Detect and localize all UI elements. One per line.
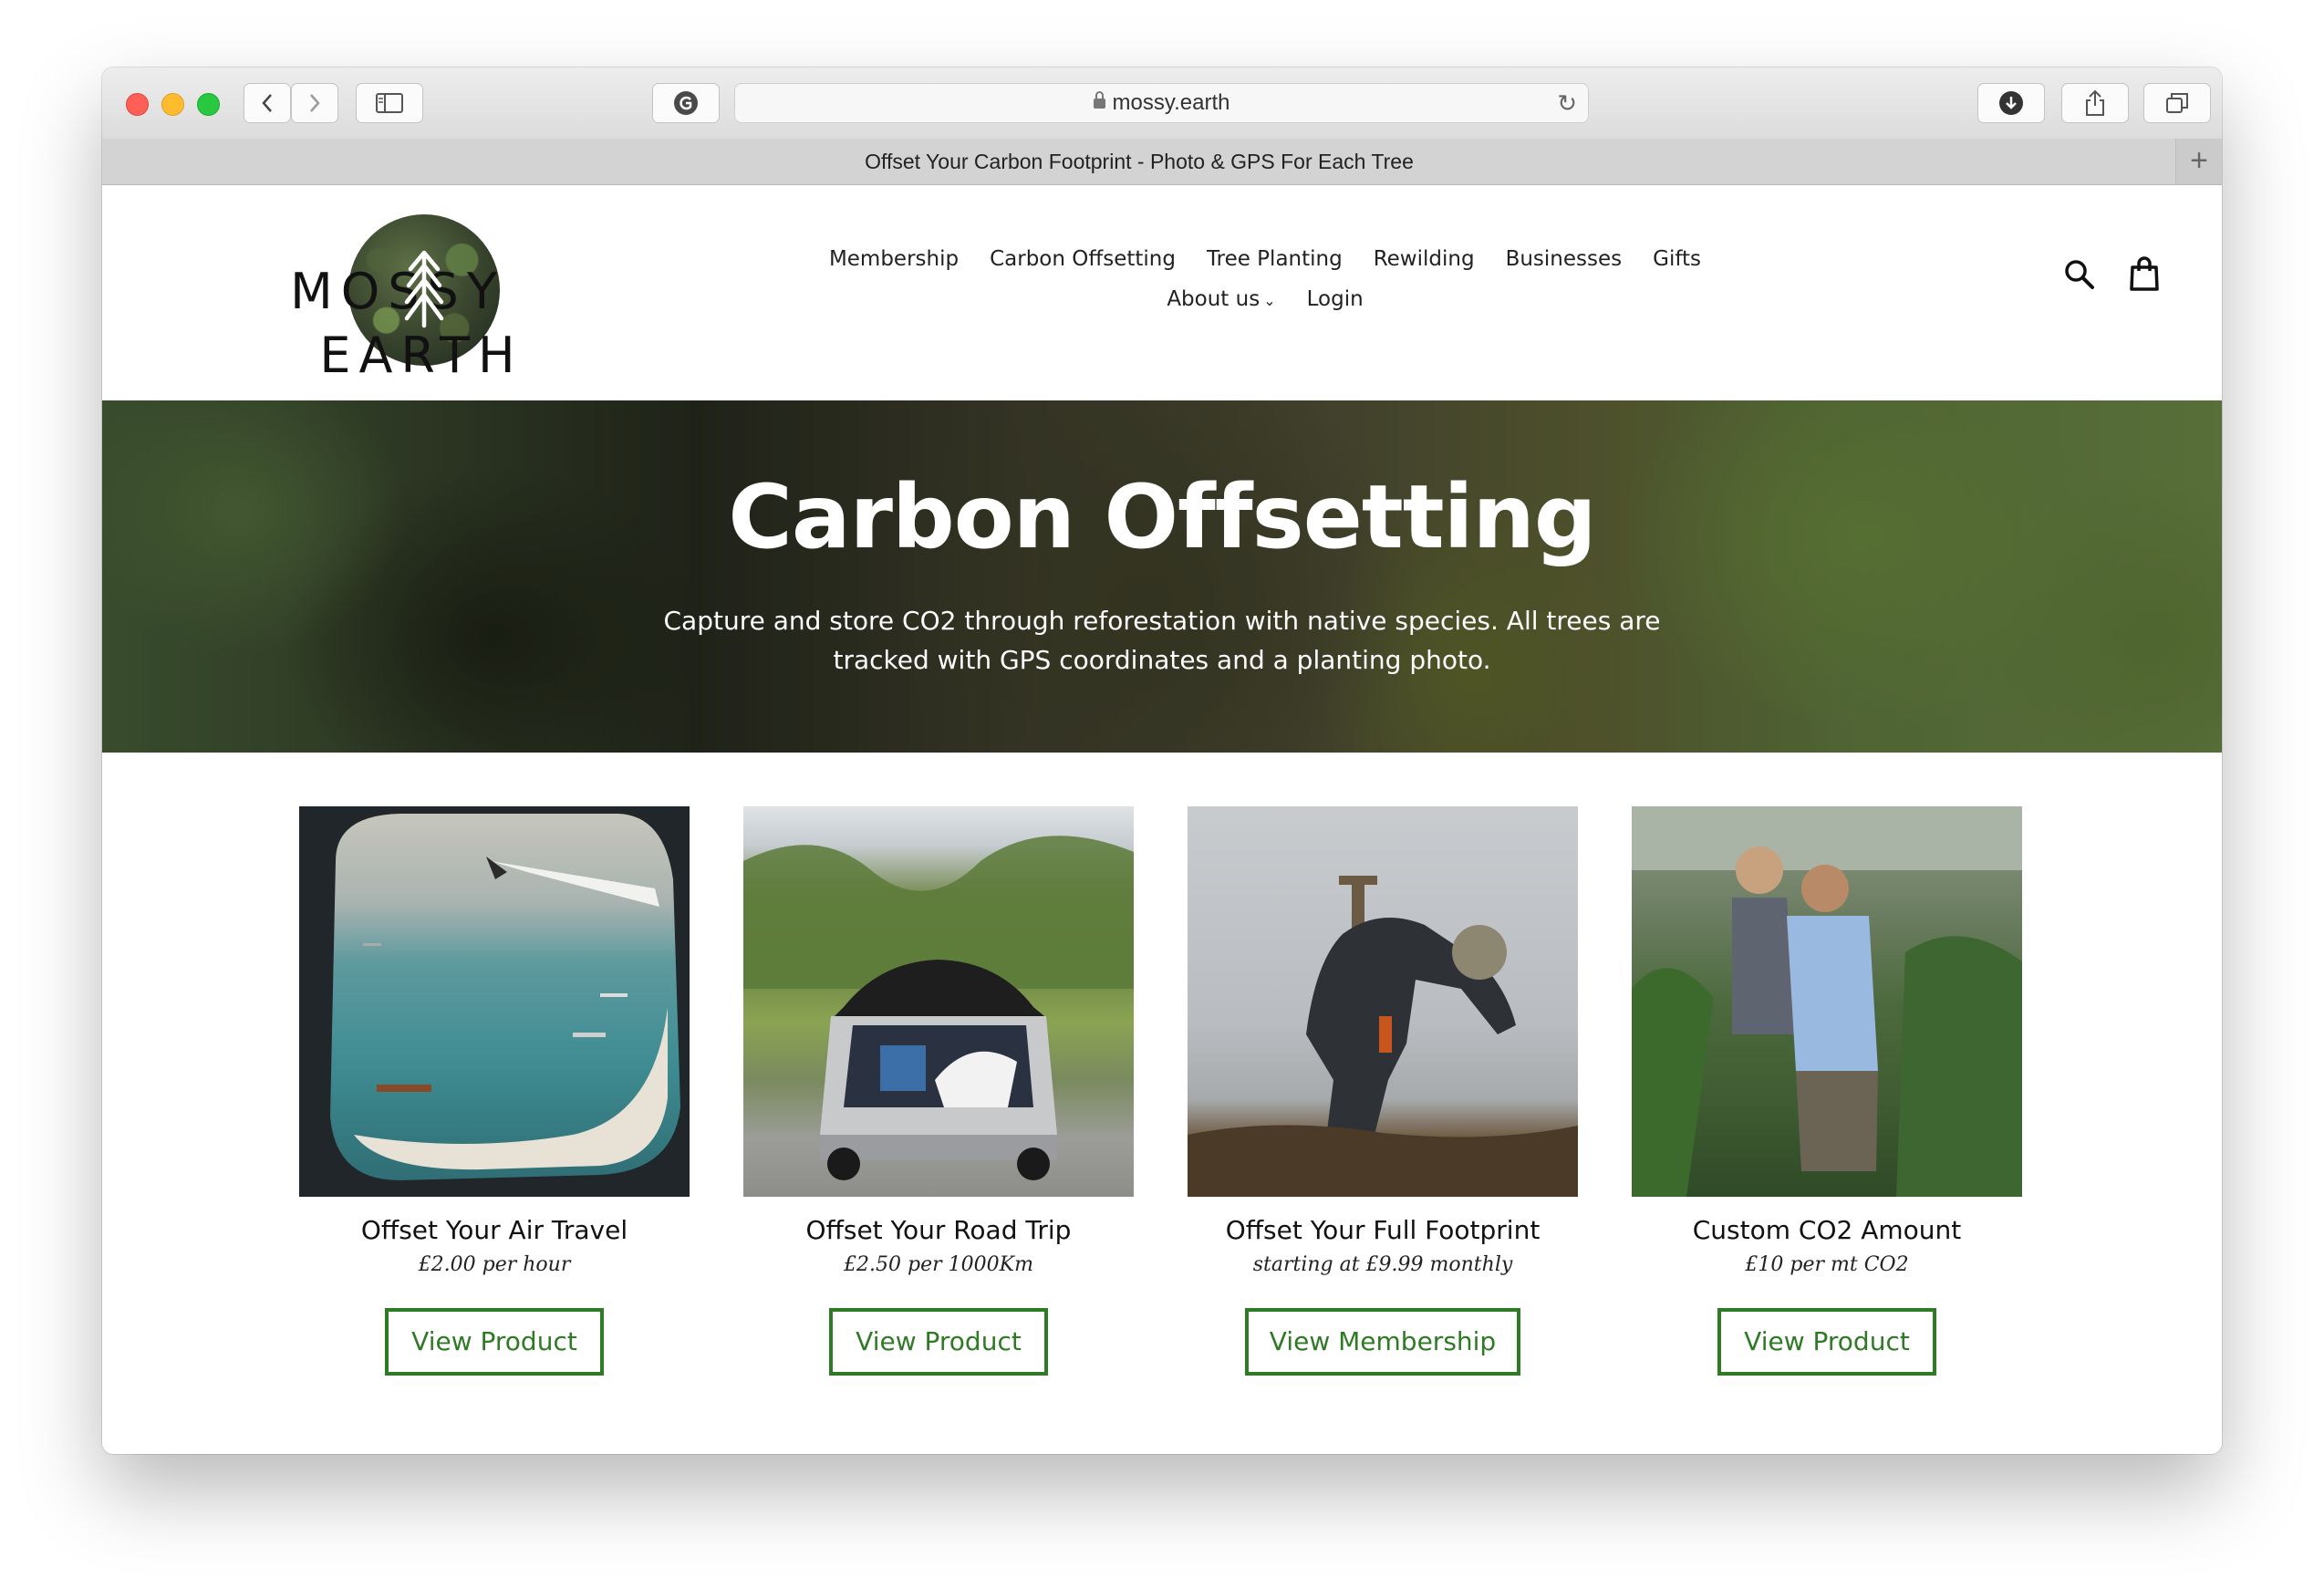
tree-logo-icon bbox=[404, 250, 444, 328]
reload-icon[interactable]: ↻ bbox=[1557, 91, 1577, 115]
nav-item-businesses[interactable]: Businesses bbox=[1506, 247, 1623, 287]
nav-item-carbon-offsetting[interactable]: Carbon Offsetting bbox=[990, 247, 1176, 287]
product-price: £2.00 per hour bbox=[418, 1253, 571, 1276]
product-price: £2.50 per 1000Km bbox=[844, 1253, 1033, 1276]
nav-item-about-us[interactable]: About us ⌄ bbox=[1167, 287, 1275, 327]
share-button[interactable] bbox=[2061, 83, 2129, 123]
cart-icon[interactable] bbox=[2129, 256, 2160, 291]
product-name[interactable]: Offset Your Road Trip bbox=[707, 1215, 1170, 1245]
grammarly-extension-button[interactable] bbox=[652, 83, 720, 123]
tabs-icon bbox=[2166, 93, 2188, 113]
planter-illustration bbox=[1188, 876, 1578, 1197]
view-membership-button[interactable]: View Membership bbox=[1245, 1308, 1520, 1376]
nav-item-gifts[interactable]: Gifts bbox=[1653, 247, 1701, 287]
product-card: Offset Your Air Travel £2.00 per hour Vi… bbox=[299, 806, 690, 1408]
chevron-down-icon: ⌄ bbox=[1263, 292, 1276, 309]
product-image-road-trip[interactable] bbox=[743, 806, 1134, 1197]
view-product-button[interactable]: View Product bbox=[829, 1308, 1048, 1376]
logo-word-left: MOSSY bbox=[290, 263, 505, 320]
tab-overview-button[interactable] bbox=[2143, 83, 2211, 123]
nav-item-about-us-label: About us bbox=[1167, 287, 1261, 311]
back-button[interactable] bbox=[244, 83, 291, 123]
hero-title: Carbon Offsetting bbox=[728, 466, 1596, 568]
product-name[interactable]: Offset Your Air Travel bbox=[263, 1215, 726, 1245]
close-window-button[interactable] bbox=[126, 93, 149, 116]
url-text: mossy.earth bbox=[1112, 90, 1230, 115]
downloads-button[interactable] bbox=[1977, 83, 2045, 123]
site-logo[interactable]: MOSSY EARTH bbox=[212, 213, 631, 384]
product-card: Offset Your Full Footprint starting at £… bbox=[1188, 806, 1578, 1408]
minimize-window-button[interactable] bbox=[161, 93, 184, 116]
nav-item-membership[interactable]: Membership bbox=[829, 247, 959, 287]
logo-word-right: EARTH bbox=[319, 327, 524, 384]
car-illustration bbox=[743, 836, 1134, 1180]
zoom-window-button[interactable] bbox=[197, 93, 220, 116]
product-name[interactable]: Custom CO2 Amount bbox=[1595, 1215, 2059, 1245]
product-card: Offset Your Road Trip £2.50 per 1000Km V… bbox=[743, 806, 1134, 1408]
lock-icon bbox=[1093, 91, 1105, 109]
view-product-button[interactable]: View Product bbox=[385, 1308, 604, 1376]
download-icon bbox=[1999, 91, 2023, 115]
grammarly-icon bbox=[674, 91, 698, 115]
product-card: Custom CO2 Amount £10 per mt CO2 View Pr… bbox=[1632, 806, 2022, 1408]
view-product-button[interactable]: View Product bbox=[1717, 1308, 1936, 1376]
people-in-forest-illustration bbox=[1632, 806, 2022, 1197]
new-tab-button[interactable]: + bbox=[2175, 139, 2222, 184]
browser-toolbar: mossy.earth ↻ bbox=[102, 68, 2222, 140]
sidebar-icon bbox=[376, 93, 403, 113]
search-icon[interactable] bbox=[2063, 258, 2096, 291]
browser-window: mossy.earth ↻ Offset Your Carbon Footpri… bbox=[102, 68, 2222, 1454]
nav-row-primary: Membership Carbon Offsetting Tree Planti… bbox=[741, 247, 1790, 287]
sidebar-toggle-button[interactable] bbox=[356, 83, 423, 123]
product-price: £10 per mt CO2 bbox=[1745, 1253, 1909, 1276]
product-image-full-footprint[interactable] bbox=[1188, 806, 1578, 1197]
tab-active[interactable]: Offset Your Carbon Footprint - Photo & G… bbox=[102, 139, 2176, 184]
nav-item-rewilding[interactable]: Rewilding bbox=[1374, 247, 1475, 287]
nav-item-tree-planting[interactable]: Tree Planting bbox=[1207, 247, 1343, 287]
nav-row-secondary: About us ⌄ Login bbox=[741, 287, 1790, 327]
tab-bar: Offset Your Carbon Footprint - Photo & G… bbox=[102, 139, 2222, 185]
chevron-right-icon bbox=[310, 94, 320, 112]
product-grid: Offset Your Air Travel £2.00 per hour Vi… bbox=[299, 806, 2032, 1408]
hero-subtitle: Capture and store CO2 through reforestat… bbox=[663, 606, 1661, 675]
product-image-air-travel[interactable] bbox=[299, 806, 690, 1197]
airplane-window-illustration bbox=[299, 806, 690, 1197]
main-navigation: Membership Carbon Offsetting Tree Planti… bbox=[741, 247, 1790, 327]
address-bar[interactable]: mossy.earth ↻ bbox=[734, 83, 1589, 123]
product-price: starting at £9.99 monthly bbox=[1252, 1253, 1513, 1276]
chevron-left-icon bbox=[262, 94, 272, 112]
forward-button[interactable] bbox=[291, 83, 338, 123]
product-image-custom-co2[interactable] bbox=[1632, 806, 2022, 1197]
hero-banner: Carbon Offsetting Capture and store CO2 … bbox=[102, 400, 2222, 753]
nav-item-login[interactable]: Login bbox=[1307, 287, 1364, 327]
share-icon bbox=[2086, 89, 2104, 116]
page-content: MOSSY EARTH Membership Carbon Offsetting … bbox=[102, 185, 2222, 1454]
product-name[interactable]: Offset Your Full Footprint bbox=[1151, 1215, 1614, 1245]
